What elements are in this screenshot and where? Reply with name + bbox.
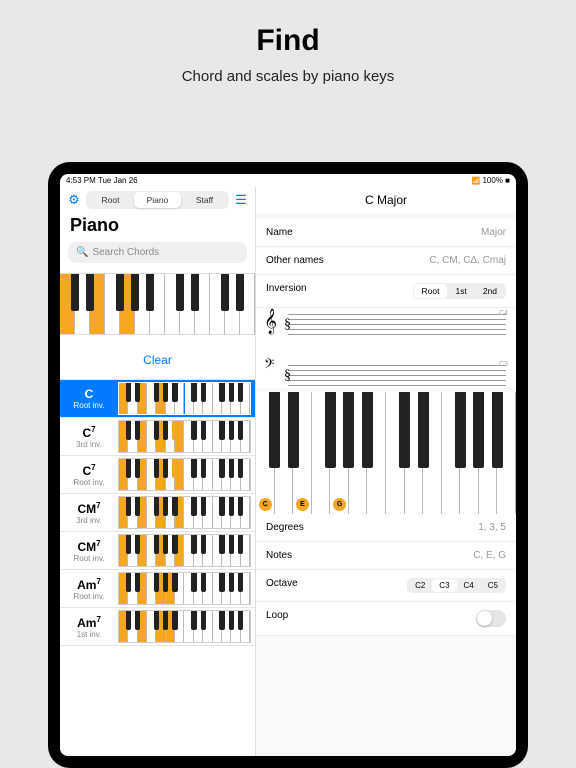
loop-toggle[interactable] (476, 610, 506, 627)
prop-name: NameMajor (256, 219, 516, 247)
status-bar: 4:53 PM Tue Jan 26 📶 100% ■ (60, 174, 516, 187)
settings-icon[interactable]: ⚙ (66, 192, 82, 208)
chord-row[interactable]: CM73rd inv. (60, 494, 255, 532)
bass-clef-icon: 𝄢 (264, 359, 274, 375)
tab-staff[interactable]: Staff (181, 192, 228, 208)
search-icon: 🔍 (76, 247, 88, 258)
chord-row[interactable]: CRoot inv. (60, 380, 255, 418)
chord-row[interactable]: C7Root inv. (60, 456, 255, 494)
page-title: Piano (60, 213, 255, 238)
prop-notes: NotesC, E, G (256, 542, 516, 570)
clear-button[interactable]: Clear (60, 341, 255, 380)
detail-title: C Major (256, 187, 516, 213)
filter-icon[interactable]: ☰ (233, 192, 249, 208)
view-segment[interactable]: Root Piano Staff (86, 191, 229, 209)
battery-indicator: 📶 100% ■ (472, 176, 510, 185)
prop-inversion: Inversion Root 1st 2nd (256, 275, 516, 308)
staff-treble: C4 𝄞 § (256, 308, 516, 337)
left-panel: ⚙ Root Piano Staff ☰ Piano 🔍 Search Chor… (60, 187, 256, 756)
treble-clef-icon: 𝄞 (264, 310, 277, 332)
chord-list: CRoot inv.C73rd inv.C7Root inv.CM73rd in… (60, 380, 255, 756)
tab-piano[interactable]: Piano (134, 192, 181, 208)
promo-subtitle: Chord and scales by piano keys (0, 68, 576, 85)
right-panel: C Major NameMajor Other namesC, CM, CΔ, … (256, 187, 516, 756)
staff-bass: C3 𝄢 § (256, 359, 516, 388)
input-piano[interactable] (60, 273, 255, 335)
chord-row[interactable]: C73rd inv. (60, 418, 255, 456)
device-frame: 4:53 PM Tue Jan 26 📶 100% ■ ⚙ Root Piano… (48, 162, 528, 768)
prop-loop: Loop (256, 602, 516, 636)
octave-segment[interactable]: C2 C3 C4 C5 (407, 578, 506, 593)
prop-degrees: Degrees1, 3, 5 (256, 514, 516, 542)
promo-title: Find (0, 24, 576, 58)
chord-row[interactable]: Am7Root inv. (60, 570, 255, 608)
chord-row[interactable]: Am71st inv. (60, 608, 255, 646)
detail-piano[interactable]: CEG (256, 392, 516, 514)
tab-root[interactable]: Root (87, 192, 134, 208)
prop-octave: Octave C2 C3 C4 C5 (256, 570, 516, 602)
inversion-segment[interactable]: Root 1st 2nd (413, 283, 507, 299)
search-input[interactable]: 🔍 Search Chords (68, 242, 247, 263)
chord-row[interactable]: CM7Root inv. (60, 532, 255, 570)
prop-other-names: Other namesC, CM, CΔ, Cmaj (256, 247, 516, 275)
